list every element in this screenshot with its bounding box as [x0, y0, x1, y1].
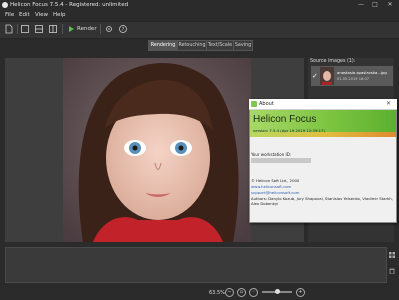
tab-rendering[interactable]: Rendering	[148, 40, 178, 51]
zoom-level: 63.5%	[209, 290, 225, 296]
tab-saving[interactable]: Saving	[233, 40, 253, 51]
menu-help[interactable]: Help	[53, 12, 66, 18]
about-version: version: 7.5.4 (Apr 19 2019 12:39:17)	[253, 128, 325, 133]
toolbar-separator	[17, 24, 18, 34]
source-image-date: 01.05.2019 16:07	[337, 77, 370, 81]
about-authors: Authors: Danylo Kozub, Jury Shapoval, St…	[251, 196, 393, 206]
workstation-id-field[interactable]	[251, 158, 311, 163]
view-single-icon[interactable]	[20, 24, 30, 34]
grid-icon[interactable]	[389, 252, 395, 258]
menu-edit[interactable]: Edit	[19, 12, 30, 18]
about-copyright: © Helicon Soft Ltd., 2000	[251, 178, 300, 183]
about-app-icon	[251, 101, 257, 107]
toolbar-separator	[62, 24, 63, 34]
app-logo-icon	[2, 2, 8, 8]
about-close-icon[interactable]: ✕	[386, 100, 391, 107]
status-bar	[0, 284, 399, 300]
close-button[interactable]: ✕	[385, 1, 395, 9]
maximize-button[interactable]: □	[370, 1, 380, 9]
zoom-in-icon[interactable]: +	[296, 288, 305, 297]
menu-view[interactable]: View	[35, 12, 48, 18]
about-title: About	[259, 101, 274, 107]
zoom-out-icon[interactable]: −	[225, 288, 234, 297]
render-icon[interactable]	[66, 24, 76, 34]
tab-retouching[interactable]: Retouching	[177, 40, 207, 51]
delete-icon[interactable]	[389, 268, 395, 275]
support-email-link[interactable]: support@heliconsoft.com	[251, 190, 299, 195]
thumbnail-strip[interactable]	[5, 247, 387, 283]
zoom-fit-icon[interactable]: ▫	[237, 288, 246, 297]
checkmark-icon[interactable]: ✓	[312, 72, 318, 80]
zoom-actual-icon[interactable]: ◦	[249, 288, 258, 297]
view-compare-icon[interactable]	[48, 24, 58, 34]
website-link[interactable]: www.heliconsoft.com	[251, 184, 291, 189]
toolbar-separator	[100, 24, 101, 34]
zoom-slider-handle[interactable]	[275, 289, 280, 294]
source-image-thumbnail	[320, 67, 334, 85]
render-button-label[interactable]: Render	[77, 26, 97, 32]
minimize-button[interactable]: —	[356, 1, 366, 9]
about-product-name: Helicon Focus	[253, 114, 317, 125]
source-image-name: anastasia-spaslavska...jpg	[337, 70, 387, 75]
window-title: Helicon Focus 7.5.4 - Registered: unlimi…	[10, 2, 129, 8]
toolbar	[0, 21, 399, 39]
tab-text-scale[interactable]: Text/Scale	[206, 40, 234, 51]
help-icon[interactable]: ?	[118, 24, 128, 34]
view-split-icon[interactable]	[34, 24, 44, 34]
menu-file[interactable]: File	[5, 12, 14, 18]
source-images-label: Source images (1):	[310, 59, 356, 64]
preview-image	[63, 58, 251, 242]
add-file-icon[interactable]	[4, 24, 14, 34]
settings-icon[interactable]	[104, 24, 114, 34]
workstation-id-label: Your workstation ID:	[251, 152, 292, 157]
svg-text:?: ?	[122, 27, 125, 33]
